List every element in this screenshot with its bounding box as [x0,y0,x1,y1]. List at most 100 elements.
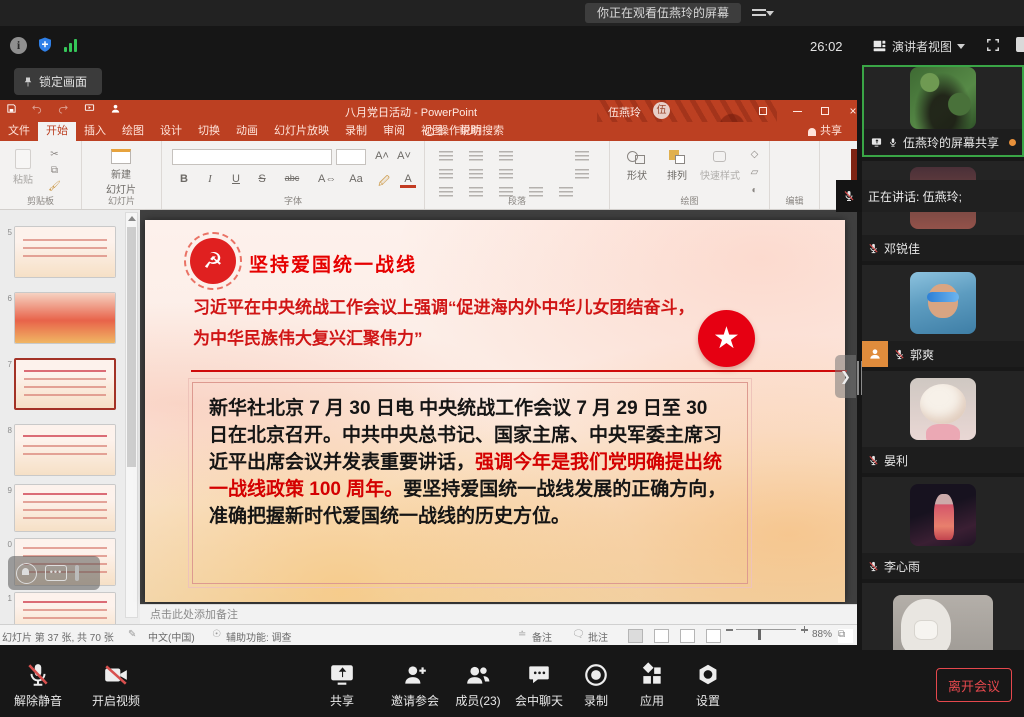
tab-slideshow[interactable]: 幻灯片放映 [266,122,337,141]
scroll-up-icon[interactable] [128,216,136,221]
settings-button[interactable]: 设置 [686,660,730,709]
columns-icon[interactable] [575,169,589,180]
font-color-button[interactable]: A [400,173,416,188]
invite-button[interactable]: 邀请参会 [384,660,446,709]
watching-menu-icon[interactable] [752,6,774,21]
slide-thumbnail[interactable] [14,484,116,532]
slideshow-view-button[interactable] [706,629,721,643]
font-name-input[interactable] [172,149,332,165]
arrange-button[interactable]: 排列 [660,149,694,182]
zoom-slider[interactable] [736,629,796,630]
more-options-icon[interactable] [45,565,67,581]
notes-toggle[interactable]: 备注 [532,629,552,644]
change-case-button[interactable]: Aa [348,173,364,185]
start-video-button[interactable]: 开启视频 [84,660,148,709]
shapes-button[interactable]: 形状 [620,149,654,182]
font-size-input[interactable] [336,149,366,165]
apps-button[interactable]: 应用 [630,660,674,709]
notes-pane[interactable]: 点击此处添加备注 [140,604,857,624]
bold-button[interactable]: B [176,173,192,185]
format-painter-icon[interactable]: 🖌 [48,181,61,193]
accessibility-status[interactable]: 辅助功能: 调查 [226,629,292,644]
ppt-share-button[interactable]: 共享 [808,122,842,141]
thumbnail-scrollbar[interactable] [125,212,138,618]
cut-icon[interactable]: ✂ [48,149,61,161]
slide-thumbnail-selected[interactable] [14,358,116,410]
ppt-account-avatar[interactable]: 伍 [653,102,670,119]
sidebar-collapse-button[interactable]: ❯ [835,355,856,398]
slide-thumbnail[interactable] [14,226,116,278]
grow-font-button[interactable]: A˄ [374,150,390,162]
new-slide-button[interactable]: 新建 幻灯片 [96,149,146,196]
tab-transitions[interactable]: 切换 [190,122,228,141]
lock-screen-button[interactable]: 锁定画面 [14,68,102,95]
shrink-font-button[interactable]: A˅ [396,150,412,162]
tab-draw[interactable]: 绘图 [114,122,152,141]
copy-icon[interactable]: ⧉ [48,165,61,177]
quick-styles-button[interactable]: 快速样式 [698,149,742,182]
shape-outline-icon[interactable]: ▱ [748,167,761,179]
members-button[interactable]: 成员(23) [450,660,506,709]
strikethrough-button[interactable]: S [254,173,270,185]
redo-icon[interactable] [57,103,69,114]
indent-icon[interactable] [499,151,513,162]
slide-thumbnail[interactable] [14,592,116,624]
align-center-icon[interactable] [469,169,483,180]
edge-panel-icon[interactable] [1016,37,1024,52]
normal-view-button[interactable] [628,629,643,643]
save-icon[interactable] [6,103,17,114]
spellcheck-icon[interactable]: ✎ [128,629,136,640]
clear-format-button[interactable]: abc [280,173,304,183]
paste-button[interactable]: 粘贴 [6,149,40,186]
ribbon-display-options-button[interactable] [748,100,778,122]
text-direction-icon[interactable] [575,151,589,162]
language-status[interactable]: 中文(中国) [148,629,195,644]
share-screen-button[interactable]: 共享 [318,660,366,709]
line-spacing-icon[interactable] [499,169,513,180]
numbering-icon[interactable] [469,151,483,162]
slide-thumbnail[interactable] [14,292,116,344]
bullets-icon[interactable] [439,151,453,162]
presenter-icon[interactable] [110,103,121,114]
reading-view-button[interactable] [680,629,695,643]
tab-file[interactable]: 文件 [0,122,38,141]
fit-to-window-icon[interactable]: ⧉ [838,629,853,643]
align-left-icon[interactable] [439,169,453,180]
tab-design[interactable]: 设计 [152,122,190,141]
comments-toggle[interactable]: 批注 [588,629,608,644]
tab-record[interactable]: 录制 [337,122,375,141]
underline-button[interactable]: U [228,173,244,185]
tab-home[interactable]: 开始 [38,122,76,141]
minimize-button[interactable] [782,100,812,122]
presenter-bubble-icon[interactable] [16,563,37,584]
unmute-button[interactable]: 解除静音 [6,660,70,709]
italic-button[interactable]: I [202,173,218,185]
participant-tile[interactable]: 郭爽 [862,265,1024,367]
toolbar-handle[interactable] [75,565,79,581]
undo-icon[interactable] [31,103,43,114]
slide-sorter-view-button[interactable] [654,629,669,643]
restore-button[interactable] [810,100,840,122]
leave-meeting-button[interactable]: 离开会议 [936,668,1012,702]
tab-insert[interactable]: 插入 [76,122,114,141]
close-button[interactable]: × [838,100,857,122]
slideshow-icon[interactable] [83,103,96,114]
highlight-button[interactable]: 🖉 [376,173,392,192]
slide-thumbnail[interactable] [14,424,116,476]
tab-animations[interactable]: 动画 [228,122,266,141]
view-mode-selector[interactable]: 演讲者视图 [872,37,965,55]
zoom-in-icon[interactable] [801,629,808,631]
chat-button[interactable]: 会中聊天 [510,660,568,709]
tab-review[interactable]: 审阅 [375,122,413,141]
security-shield-icon[interactable] [36,35,54,60]
participant-tile[interactable]: 李心雨 [862,477,1024,579]
fullscreen-icon[interactable] [986,38,1000,52]
zoom-slider-thumb[interactable] [758,629,761,640]
zoom-out-icon[interactable] [726,629,733,631]
shape-fill-icon[interactable]: ◇ [748,149,761,161]
participant-tile[interactable]: 晏利 [862,371,1024,473]
floating-toolbar[interactable] [8,556,100,590]
participant-tile-sharing[interactable]: 伍燕玲的屏幕共享 [862,65,1024,157]
tell-me-search[interactable]: 操作说明搜索 [425,122,504,141]
record-button[interactable]: 录制 [574,660,618,709]
